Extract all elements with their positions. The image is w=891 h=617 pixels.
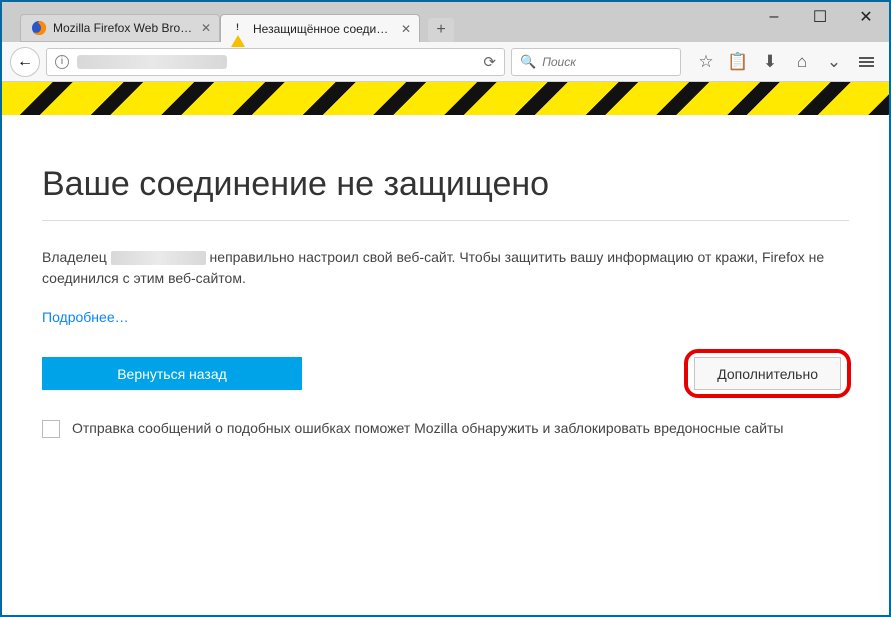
close-window-button[interactable]: ✕ bbox=[843, 2, 889, 32]
divider bbox=[42, 220, 849, 221]
button-row: Вернуться назад Дополнительно bbox=[42, 351, 849, 396]
back-arrow-icon: ← bbox=[17, 53, 33, 71]
plus-icon: + bbox=[436, 21, 445, 39]
maximize-button[interactable]: ☐ bbox=[797, 2, 843, 32]
error-page: Ваше соединение не защищено Владелец неп… bbox=[2, 115, 889, 438]
downloads-icon[interactable]: ⬇ bbox=[755, 47, 785, 77]
close-icon: ✕ bbox=[859, 7, 872, 27]
new-tab-button[interactable]: + bbox=[428, 18, 454, 42]
navigation-toolbar: ← i ⟳ 🔍 ☆ 📋 ⬇ ⌂ ⌄ bbox=[2, 42, 889, 82]
menu-button[interactable] bbox=[851, 47, 881, 77]
minimize-button[interactable]: – bbox=[751, 2, 797, 32]
firefox-icon bbox=[31, 20, 47, 36]
tab-firefox[interactable]: Mozilla Firefox Web Brows… ✕ bbox=[20, 14, 220, 42]
report-errors-label: Отправка сообщений о подобных ошибках по… bbox=[72, 418, 783, 438]
advanced-highlight: Дополнительно bbox=[686, 351, 849, 396]
page-title: Ваше соединение не защищено bbox=[42, 165, 849, 204]
window-titlebar: Mozilla Firefox Web Brows… ✕ Незащищённо… bbox=[2, 2, 889, 42]
advanced-button[interactable]: Дополнительно bbox=[694, 357, 841, 390]
url-bar[interactable]: i ⟳ bbox=[46, 48, 505, 76]
warning-icon bbox=[231, 21, 247, 37]
window-controls: – ☐ ✕ bbox=[751, 2, 889, 32]
report-errors-row: Отправка сообщений о подобных ошибках по… bbox=[42, 418, 849, 438]
site-info-icon[interactable]: i bbox=[55, 55, 69, 69]
back-button[interactable]: ← bbox=[10, 47, 40, 77]
url-redacted bbox=[77, 55, 227, 69]
go-back-button[interactable]: Вернуться назад bbox=[42, 357, 302, 390]
search-icon: 🔍 bbox=[520, 54, 536, 70]
owner-prefix: Владелец bbox=[42, 249, 111, 265]
error-description: Владелец неправильно настроил свой веб-с… bbox=[42, 247, 849, 289]
hazard-stripe bbox=[2, 82, 889, 115]
library-icon[interactable]: 📋 bbox=[723, 47, 753, 77]
learn-more-link[interactable]: Подробнее… bbox=[42, 309, 129, 325]
toolbar-icons: ☆ 📋 ⬇ ⌂ ⌄ bbox=[691, 47, 881, 77]
pocket-icon[interactable]: ⌄ bbox=[819, 47, 849, 77]
bookmark-star-icon[interactable]: ☆ bbox=[691, 47, 721, 77]
owner-redacted bbox=[111, 251, 206, 265]
minimize-icon: – bbox=[770, 8, 779, 26]
tab-strip: Mozilla Firefox Web Brows… ✕ Незащищённо… bbox=[2, 2, 454, 42]
tab-label: Незащищённое соедине… bbox=[253, 22, 393, 36]
close-icon[interactable]: ✕ bbox=[401, 22, 411, 36]
tab-insecure-connection[interactable]: Незащищённое соедине… ✕ bbox=[220, 14, 420, 42]
home-icon[interactable]: ⌂ bbox=[787, 47, 817, 77]
tab-label: Mozilla Firefox Web Brows… bbox=[53, 21, 193, 35]
close-icon[interactable]: ✕ bbox=[201, 21, 211, 35]
maximize-icon: ☐ bbox=[813, 7, 827, 27]
report-errors-checkbox[interactable] bbox=[42, 420, 60, 438]
search-input[interactable] bbox=[542, 55, 699, 69]
reload-button[interactable]: ⟳ bbox=[483, 53, 496, 71]
page-content: Ваше соединение не защищено Владелец неп… bbox=[2, 82, 889, 615]
search-bar[interactable]: 🔍 bbox=[511, 48, 681, 76]
